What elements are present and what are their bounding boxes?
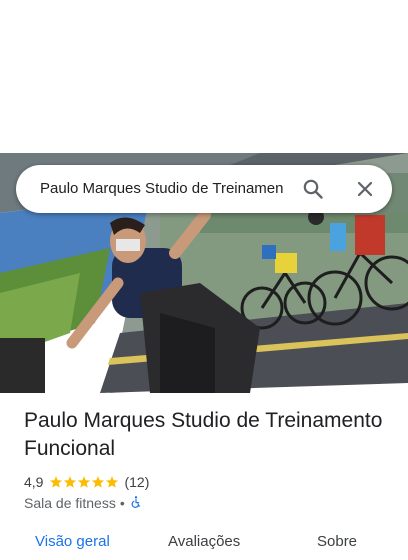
place-title: Paulo Marques Studio de Treinamento Func…	[24, 409, 383, 460]
rating-row[interactable]: 4,9 (12)	[24, 472, 149, 492]
map-blank-area	[0, 0, 408, 153]
star-icon	[78, 476, 91, 488]
star-icon	[92, 476, 105, 488]
review-count[interactable]: (12)	[124, 474, 149, 490]
search-input[interactable]: Paulo Marques Studio de Treinamen	[40, 165, 296, 213]
search-bar[interactable]: Paulo Marques Studio de Treinamen	[16, 165, 392, 213]
star-icon	[64, 476, 77, 488]
place-category: Sala de fitness	[24, 495, 116, 511]
tab-about[interactable]: Sobre	[317, 533, 357, 550]
tab-overview[interactable]: Visão geral	[35, 533, 110, 550]
tab-reviews[interactable]: Avaliações	[168, 533, 240, 550]
search-icon[interactable]	[301, 177, 325, 201]
star-icon	[50, 476, 63, 488]
separator-dot: •	[119, 495, 125, 511]
wheelchair-accessible-icon	[129, 495, 143, 512]
star-rating	[49, 475, 119, 489]
close-icon[interactable]	[353, 177, 377, 201]
category-row: Sala de fitness •	[24, 494, 143, 512]
rating-value: 4,9	[24, 474, 44, 490]
place-tabs: Visão geral Avaliações Sobre	[0, 530, 408, 560]
star-icon	[106, 476, 119, 488]
